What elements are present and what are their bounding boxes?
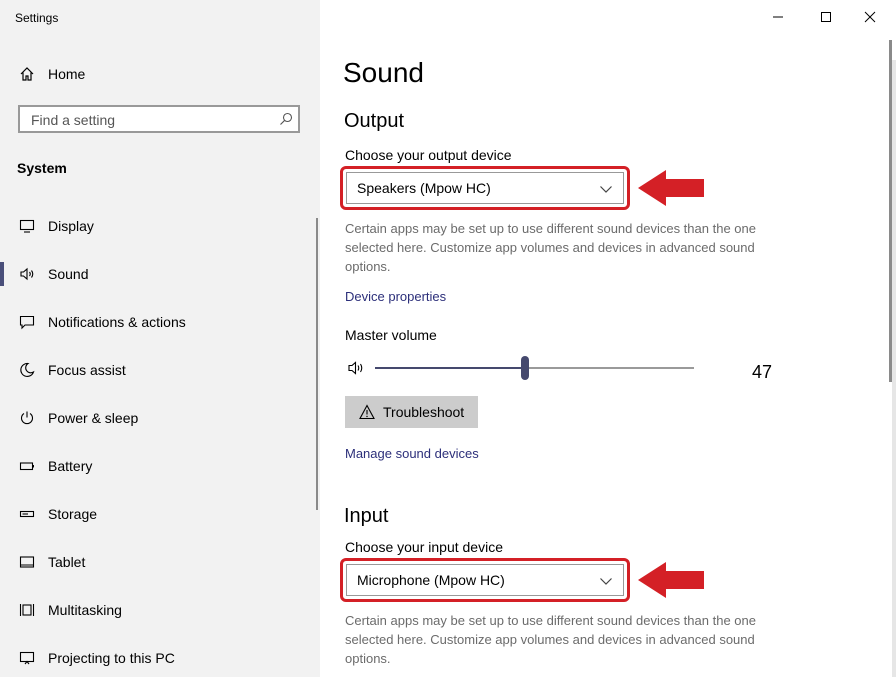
volume-value: 47 xyxy=(752,362,773,382)
search-input[interactable] xyxy=(29,107,273,133)
sidebar-item-label: Focus assist xyxy=(48,362,126,378)
troubleshoot-button[interactable]: Troubleshoot xyxy=(345,396,478,428)
output-device-dropdown[interactable]: Speakers (Mpow HC) xyxy=(346,172,624,204)
input-device-dropdown[interactable]: Microphone (Mpow HC) xyxy=(346,564,624,596)
sidebar-item-storage[interactable]: Storage xyxy=(0,494,316,534)
input-device-label: Choose your input device xyxy=(345,539,503,555)
manage-sound-devices-link[interactable]: Manage sound devices xyxy=(345,446,479,461)
maximize-button[interactable] xyxy=(806,3,846,31)
home-label: Home xyxy=(48,66,86,82)
volume-slider-track[interactable] xyxy=(525,367,694,369)
close-button[interactable] xyxy=(850,3,890,31)
output-heading: Output xyxy=(344,110,405,132)
sidebar-item-label: Multitasking xyxy=(48,602,122,618)
sidebar-item-multitasking[interactable]: Multitasking xyxy=(0,590,316,630)
red-arrow-annotation-icon xyxy=(638,170,704,206)
projector-icon xyxy=(18,649,36,667)
input-device-value: Microphone (Mpow HC) xyxy=(357,572,505,588)
search-icon[interactable] xyxy=(278,111,294,127)
sidebar-section-header: System xyxy=(17,160,67,176)
sidebar-item-projecting[interactable]: Projecting to this PC xyxy=(0,638,316,678)
sidebar-item-display[interactable]: Display xyxy=(0,206,316,246)
sidebar-item-label: Power & sleep xyxy=(48,410,139,426)
window-edge xyxy=(892,60,896,677)
close-icon xyxy=(864,11,876,23)
home-icon xyxy=(18,65,36,83)
speaker-icon xyxy=(18,265,36,283)
sidebar-item-label: Projecting to this PC xyxy=(48,650,175,666)
sidebar-item-battery[interactable]: Battery xyxy=(0,446,316,486)
sidebar: Settings Home System Display Sound Notif… xyxy=(0,0,320,677)
moon-icon xyxy=(18,361,36,379)
sidebar-item-home[interactable]: Home xyxy=(0,58,320,90)
chevron-down-icon xyxy=(599,574,613,588)
troubleshoot-label: Troubleshoot xyxy=(383,404,465,420)
power-icon xyxy=(18,409,36,427)
output-description: Certain apps may be set up to use differ… xyxy=(345,221,756,274)
sidebar-item-label: Tablet xyxy=(48,554,86,570)
output-device-value: Speakers (Mpow HC) xyxy=(357,180,491,196)
message-icon xyxy=(18,313,36,331)
sidebar-item-notifications[interactable]: Notifications & actions xyxy=(0,302,316,342)
multitasking-icon xyxy=(18,601,36,619)
sidebar-item-tablet[interactable]: Tablet xyxy=(0,542,316,582)
window-title: Settings xyxy=(15,11,59,25)
sidebar-item-focus-assist[interactable]: Focus assist xyxy=(0,350,316,390)
minimize-button[interactable] xyxy=(758,3,798,31)
sidebar-item-label: Battery xyxy=(48,458,93,474)
sidebar-item-sound[interactable]: Sound xyxy=(0,254,316,294)
input-description: Certain apps may be set up to use differ… xyxy=(345,613,756,666)
sidebar-item-power-sleep[interactable]: Power & sleep xyxy=(0,398,316,438)
volume-icon[interactable] xyxy=(348,360,366,376)
chevron-down-icon xyxy=(599,182,613,196)
sidebar-item-label: Notifications & actions xyxy=(48,314,186,330)
input-heading: Input xyxy=(344,505,389,527)
maximize-icon xyxy=(821,12,831,22)
sidebar-item-label: Storage xyxy=(48,506,98,522)
tablet-icon xyxy=(18,553,36,571)
storage-icon xyxy=(18,505,36,523)
volume-slider-thumb[interactable] xyxy=(521,356,529,380)
sidebar-scrollbar[interactable] xyxy=(316,218,318,510)
device-properties-link[interactable]: Device properties xyxy=(345,289,446,304)
red-arrow-annotation-icon xyxy=(638,562,704,598)
sidebar-item-label: Display xyxy=(48,218,94,234)
volume-slider-filled[interactable] xyxy=(375,367,525,369)
output-device-label: Choose your output device xyxy=(345,147,512,163)
search-box[interactable] xyxy=(18,105,300,133)
minimize-icon xyxy=(773,16,783,18)
monitor-icon xyxy=(18,217,36,235)
warning-icon xyxy=(359,404,375,420)
battery-icon xyxy=(18,457,36,475)
master-volume-label: Master volume xyxy=(345,327,437,343)
page-title: Sound xyxy=(343,57,424,88)
sidebar-item-label: Sound xyxy=(48,266,89,282)
